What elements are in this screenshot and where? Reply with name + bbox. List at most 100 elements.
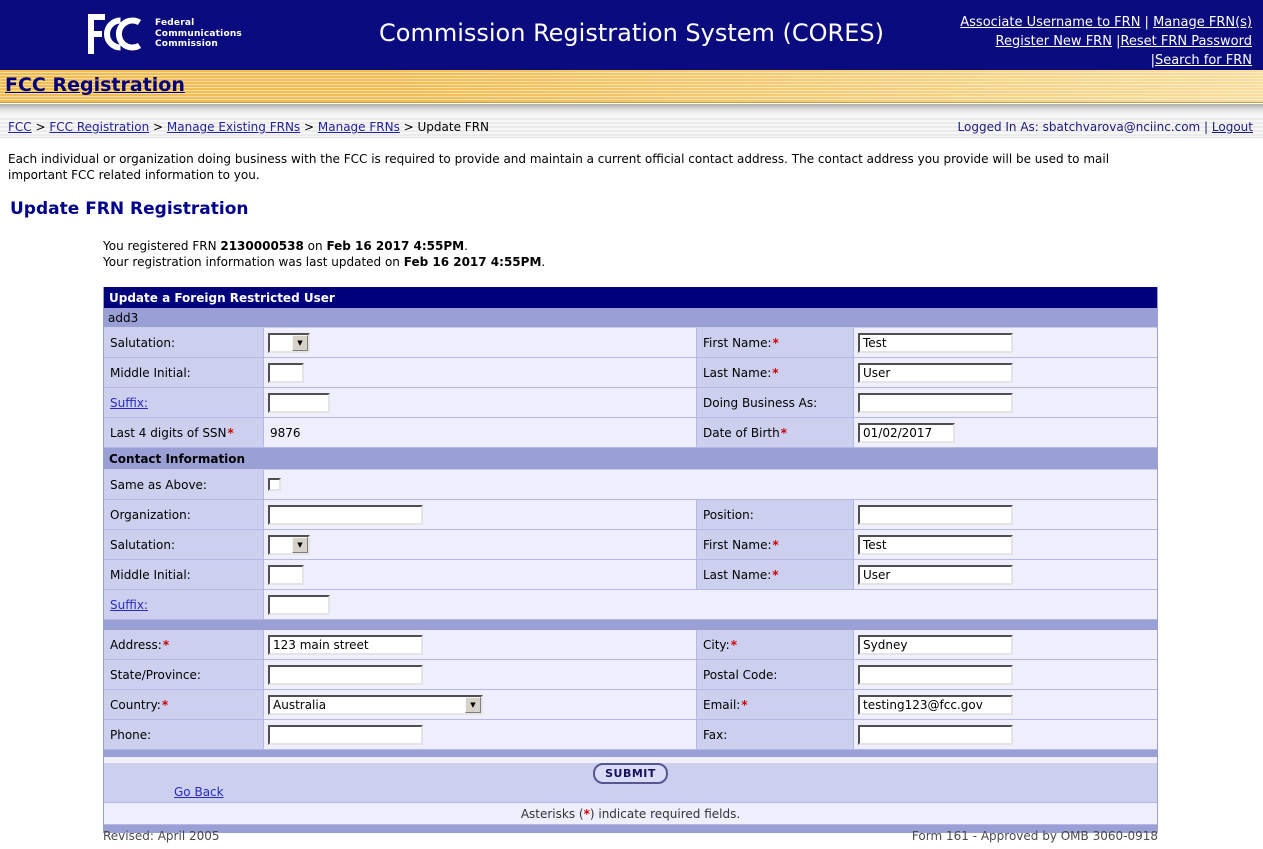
register-new-frn-link[interactable]: Register New FRN	[996, 34, 1112, 49]
breadcrumb-fcc-registration[interactable]: FCC Registration	[49, 120, 149, 134]
form-row: Suffix:	[104, 590, 1157, 620]
fax-input[interactable]	[858, 725, 1013, 745]
breadcrumb-separator: >	[400, 120, 418, 134]
email-label: Email:*	[696, 690, 854, 719]
breadcrumb: FCC > FCC Registration > Manage Existing…	[8, 120, 489, 134]
dob-input[interactable]	[858, 423, 955, 443]
dba-input[interactable]	[858, 393, 1013, 413]
contact-salutation-label: Salutation:	[104, 530, 264, 559]
contact-last-name-input[interactable]	[858, 565, 1013, 585]
form-row: Organization: Position:	[104, 500, 1157, 530]
suffix-input[interactable]	[268, 393, 330, 413]
registration-info: You registered FRN 2130000538 on Feb 16 …	[103, 238, 545, 270]
organization-label: Organization:	[104, 500, 264, 529]
breadcrumb-separator: >	[300, 120, 318, 134]
city-input[interactable]	[858, 635, 1013, 655]
middle-initial-input[interactable]	[268, 363, 304, 383]
logged-in-status: Logged In As: sbatchvarova@nciinc.com | …	[958, 120, 1253, 134]
middle-initial-label: Middle Initial:	[104, 358, 264, 387]
top-navigation: Associate Username to FRN | Manage FRN(s…	[960, 13, 1252, 70]
contact-middle-initial-label: Middle Initial:	[104, 560, 264, 589]
go-back-link[interactable]: Go Back	[174, 785, 224, 799]
contact-first-name-label: First Name:*	[696, 530, 854, 559]
form-title-bar: Update a Foreign Restricted User	[104, 287, 1157, 308]
state-input[interactable]	[268, 665, 423, 685]
phone-input[interactable]	[268, 725, 423, 745]
fcc-registration-link[interactable]: FCC Registration	[5, 74, 185, 96]
country-label: Country:*	[104, 690, 264, 719]
top-header-bar: Federal Communications Commission Commis…	[0, 0, 1263, 70]
breadcrumb-separator: >	[32, 120, 50, 134]
first-name-input[interactable]	[858, 333, 1013, 353]
contact-middle-initial-input[interactable]	[268, 565, 304, 585]
section-heading: Update FRN Registration	[10, 199, 249, 219]
ssn-value: 9876	[268, 426, 301, 440]
contact-salutation-select[interactable]: ▼	[268, 535, 310, 555]
address-input[interactable]	[268, 635, 423, 655]
dob-label: Date of Birth*	[696, 418, 854, 447]
dropdown-arrow-icon[interactable]: ▼	[292, 335, 308, 351]
breadcrumb-manage-frns[interactable]: Manage FRNs	[318, 120, 400, 134]
contact-suffix-input[interactable]	[268, 595, 330, 615]
updated-date: Feb 16 2017 4:55PM	[404, 255, 542, 269]
form-subheader: add3	[104, 308, 1157, 328]
section-divider	[104, 620, 1157, 630]
dba-label: Doing Business As:	[696, 388, 854, 417]
ssn-label: Last 4 digits of SSN*	[104, 418, 264, 447]
registered-date: Feb 16 2017 4:55PM	[326, 239, 464, 253]
form-row: Phone: Fax:	[104, 720, 1157, 750]
divider-strip	[0, 104, 1263, 116]
country-select[interactable]: Australia ▼	[268, 695, 483, 715]
form-row: Suffix: Doing Business As:	[104, 388, 1157, 418]
breadcrumb-fcc[interactable]: FCC	[8, 120, 32, 134]
state-label: State/Province:	[104, 660, 264, 689]
logged-in-separator: |	[1200, 120, 1212, 134]
contact-first-name-input[interactable]	[858, 535, 1013, 555]
salutation-select[interactable]: ▼	[268, 333, 310, 353]
postal-code-input[interactable]	[858, 665, 1013, 685]
nav-separator: |	[1140, 15, 1153, 30]
phone-label: Phone:	[104, 720, 264, 749]
same-as-above-label: Same as Above:	[104, 470, 264, 499]
form-row: Address:* City:*	[104, 630, 1157, 660]
submit-row: SUBMIT Go Back	[104, 763, 1157, 803]
city-label: City:*	[696, 630, 854, 659]
intro-text: Each individual or organization doing bu…	[8, 151, 1109, 183]
submit-button[interactable]: SUBMIT	[593, 763, 668, 784]
dropdown-arrow-icon[interactable]: ▼	[465, 697, 481, 713]
email-input[interactable]	[858, 695, 1013, 715]
contact-information-header: Contact Information	[104, 448, 1157, 470]
breadcrumb-manage-existing-frns[interactable]: Manage Existing FRNs	[167, 120, 300, 134]
postal-code-label: Postal Code:	[696, 660, 854, 689]
breadcrumb-current: Update FRN	[418, 120, 490, 134]
form-row: Salutation: ▼ First Name:*	[104, 530, 1157, 560]
last-name-input[interactable]	[858, 363, 1013, 383]
section-divider	[104, 750, 1157, 757]
manage-frns-link[interactable]: Manage FRN(s)	[1153, 15, 1252, 30]
contact-last-name-label: Last Name:*	[696, 560, 854, 589]
first-name-label: First Name:*	[696, 328, 854, 357]
search-for-frn-link[interactable]: Search for FRN	[1155, 53, 1252, 68]
salutation-label: Salutation:	[104, 328, 264, 357]
dropdown-arrow-icon[interactable]: ▼	[292, 537, 308, 553]
associate-username-link[interactable]: Associate Username to FRN	[960, 15, 1140, 30]
suffix-link[interactable]: Suffix:	[110, 396, 148, 410]
position-input[interactable]	[858, 505, 1013, 525]
contact-suffix-link[interactable]: Suffix:	[110, 598, 148, 612]
required-fields-note: Asterisks (*) indicate required fields.	[104, 803, 1157, 825]
form-row: State/Province: Postal Code:	[104, 660, 1157, 690]
form-row: Last 4 digits of SSN* 9876 Date of Birth…	[104, 418, 1157, 448]
same-as-above-checkbox[interactable]	[268, 478, 281, 491]
form-row: Middle Initial: Last Name:*	[104, 358, 1157, 388]
last-name-label: Last Name:*	[696, 358, 854, 387]
reset-frn-password-link[interactable]: Reset FRN Password	[1120, 34, 1252, 49]
frn-number: 2130000538	[220, 239, 304, 253]
footer-revised-text: Revised: April 2005	[103, 829, 220, 843]
form-row: Salutation: ▼ First Name:*	[104, 328, 1157, 358]
logged-in-text: Logged In As: sbatchvarova@nciinc.com	[958, 120, 1201, 134]
form-row: Same as Above:	[104, 470, 1157, 500]
logout-link[interactable]: Logout	[1212, 120, 1253, 134]
address-label: Address:*	[104, 630, 264, 659]
organization-input[interactable]	[268, 505, 423, 525]
footer-form-approval-text: Form 161 - Approved by OMB 3060-0918	[912, 829, 1158, 843]
